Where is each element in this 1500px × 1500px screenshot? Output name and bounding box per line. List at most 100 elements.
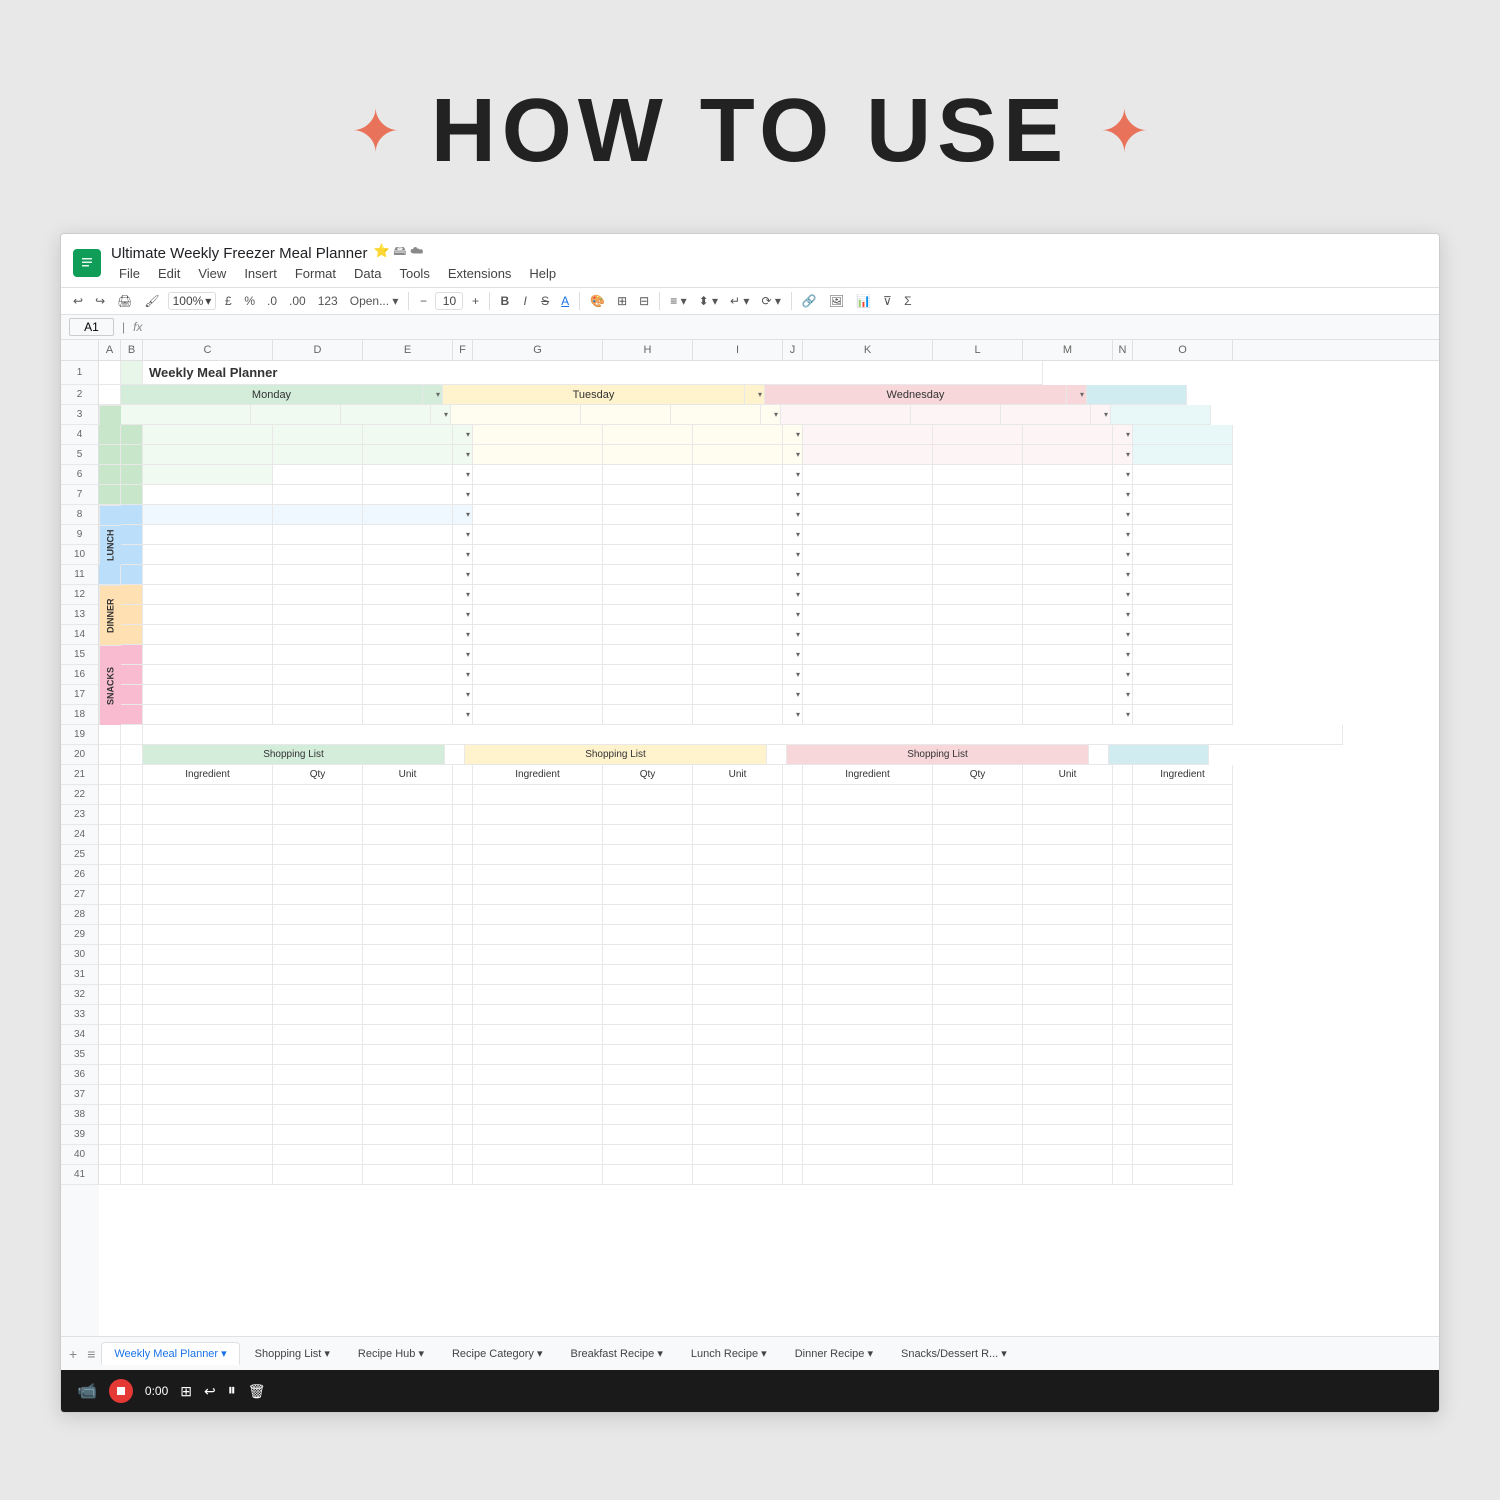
row-9: ▾ ▾ ▾ [121, 525, 1439, 545]
sheet-tabs: + ≡ Weekly Meal Planner ▾ Shopping List … [61, 1336, 1439, 1370]
decimal2-btn[interactable]: .00 [285, 292, 310, 310]
tab-recipe-hub[interactable]: Recipe Hub ▾ [345, 1342, 437, 1365]
tab-lunch-recipe[interactable]: Lunch Recipe ▾ [678, 1342, 780, 1365]
shopping-monday-header[interactable]: Shopping List [143, 745, 445, 765]
strikethrough-btn[interactable]: S [537, 292, 553, 310]
link-btn[interactable]: 🔗 [798, 292, 821, 310]
menu-data[interactable]: Data [346, 264, 389, 283]
rotate-btn[interactable]: ⟳ ▾ [757, 292, 784, 310]
row-24 [99, 825, 1439, 845]
zoom-control[interactable]: 100% ▾ [168, 292, 217, 310]
fx-label: fx [133, 320, 142, 334]
plus-btn[interactable]: + [467, 292, 483, 310]
grid-icon[interactable]: ⊞ [180, 1383, 192, 1400]
menu-file[interactable]: File [111, 264, 148, 283]
sheets-header: Ultimate Weekly Freezer Meal Planner ⭐ 🖴… [61, 234, 1439, 288]
tab-shopping-list[interactable]: Shopping List ▾ [242, 1342, 343, 1365]
divider5 [791, 292, 792, 310]
menu-help[interactable]: Help [521, 264, 564, 283]
tuesday-header[interactable]: Tuesday [443, 385, 745, 405]
align-btn[interactable]: ≡ ▾ [666, 292, 690, 310]
row-13: ▾ ▾ ▾ [121, 605, 1439, 625]
sheet-menu-btn[interactable]: ≡ [83, 1346, 99, 1362]
divider2 [489, 292, 490, 310]
qty-col-2[interactable]: Qty [603, 765, 693, 785]
row-17: ▾ ▾ ▾ [121, 685, 1439, 705]
row-10: ▾ ▾ ▾ [121, 545, 1439, 565]
filter-btn[interactable]: ⊽ [879, 292, 896, 310]
col-header-e: E [363, 340, 453, 360]
borders-btn[interactable]: ⊞ [613, 292, 631, 310]
row-32 [99, 985, 1439, 1005]
redo-btn[interactable]: ↪ [91, 292, 109, 310]
col-header-c: C [143, 340, 273, 360]
italic-btn[interactable]: I [517, 292, 533, 310]
unit-col-3[interactable]: Unit [693, 765, 783, 785]
cell-ref-bar: A1 | fx [61, 315, 1439, 340]
row-31 [99, 965, 1439, 985]
font-color-btn[interactable]: A [557, 292, 573, 310]
ingredient-col-3[interactable]: Ingredient [803, 765, 933, 785]
valign-btn[interactable]: ⬍ ▾ [695, 292, 722, 310]
spreadsheet-container: Ultimate Weekly Freezer Meal Planner ⭐ 🖴… [60, 233, 1440, 1413]
chart-btn[interactable]: 📊 [852, 292, 875, 310]
wednesday-header[interactable]: Wednesday [765, 385, 1067, 405]
tab-snacks-dessert[interactable]: Snacks/Dessert R... ▾ [888, 1342, 1020, 1365]
image-btn[interactable]: 🖼 [825, 292, 848, 310]
formula-icon: | [122, 320, 125, 334]
print-btn[interactable]: 🖨 [113, 292, 136, 310]
cell-ref-box[interactable]: A1 [69, 318, 114, 336]
ingredient-col-2[interactable]: Ingredient [473, 765, 603, 785]
bold-btn[interactable]: B [496, 292, 513, 310]
shopping-tuesday-header[interactable]: Shopping List [465, 745, 767, 765]
ingredient-col-4[interactable]: Ingredient [1133, 765, 1233, 785]
minus-btn[interactable]: − [415, 292, 431, 310]
pause-icon[interactable]: ⏸ [228, 1382, 236, 1400]
shopping-wednesday-header[interactable]: Shopping List [787, 745, 1089, 765]
col-headers: A B C D E F G H I J K L M N O [61, 340, 1439, 361]
row-14: ▾ ▾ ▾ [121, 625, 1439, 645]
merge-btn[interactable]: ⊟ [635, 292, 653, 310]
menu-tools[interactable]: Tools [391, 264, 437, 283]
qty-col-3[interactable]: Qty [933, 765, 1023, 785]
row-34 [99, 1025, 1439, 1045]
tab-weekly-meal-planner[interactable]: Weekly Meal Planner ▾ [101, 1342, 239, 1365]
monday-header[interactable]: Monday [121, 385, 423, 405]
function-btn[interactable]: Σ [900, 292, 916, 310]
menu-edit[interactable]: Edit [150, 264, 188, 283]
menu-view[interactable]: View [190, 264, 234, 283]
row-3: BREAKFAST ▾ ▾ ▾ [99, 405, 1439, 425]
percent-btn[interactable]: % [240, 292, 259, 310]
ingredient-col-1[interactable]: Ingredient [143, 765, 273, 785]
stop-icon [117, 1387, 125, 1395]
col-header-k: K [803, 340, 933, 360]
unit-col-3b[interactable]: Unit [1023, 765, 1113, 785]
row-6: ▾ ▾ ▾ [99, 465, 1439, 485]
row-2: Monday ▾ Tuesday ▾ Wednesday ▾ [99, 385, 1439, 405]
tab-breakfast-recipe[interactable]: Breakfast Recipe ▾ [558, 1342, 676, 1365]
title-cell[interactable]: Weekly Meal Planner [143, 361, 1043, 385]
add-sheet-btn[interactable]: + [65, 1346, 81, 1362]
tab-dinner-recipe[interactable]: Dinner Recipe ▾ [782, 1342, 886, 1365]
menubar[interactable]: File Edit View Insert Format Data Tools … [111, 264, 564, 283]
menu-extensions[interactable]: Extensions [440, 264, 520, 283]
menu-format[interactable]: Format [287, 264, 344, 283]
unit-col-1[interactable]: Unit [363, 765, 453, 785]
undo-video-icon[interactable]: ↩ [204, 1383, 216, 1400]
col-header-o: O [1133, 340, 1233, 360]
menu-insert[interactable]: Insert [236, 264, 285, 283]
wrap-btn[interactable]: ↵ ▾ [726, 292, 753, 310]
undo-btn[interactable]: ↩ [69, 292, 87, 310]
open-btn[interactable]: Open... ▾ [346, 292, 403, 310]
fill-color-btn[interactable]: 🎨 [586, 292, 609, 310]
number-format-btn[interactable]: 123 [314, 292, 342, 310]
row-7: ▾ ▾ ▾ [99, 485, 1439, 505]
decimal-btn[interactable]: .0 [263, 292, 281, 310]
stop-btn[interactable] [109, 1379, 133, 1403]
font-size[interactable]: 10 [435, 292, 463, 310]
qty-col-1[interactable]: Qty [273, 765, 363, 785]
paint-format-btn[interactable]: 🖌 [140, 292, 163, 310]
tab-recipe-category[interactable]: Recipe Category ▾ [439, 1342, 556, 1365]
trash-icon[interactable]: 🗑 [248, 1383, 266, 1400]
currency-btn[interactable]: £ [220, 292, 236, 310]
